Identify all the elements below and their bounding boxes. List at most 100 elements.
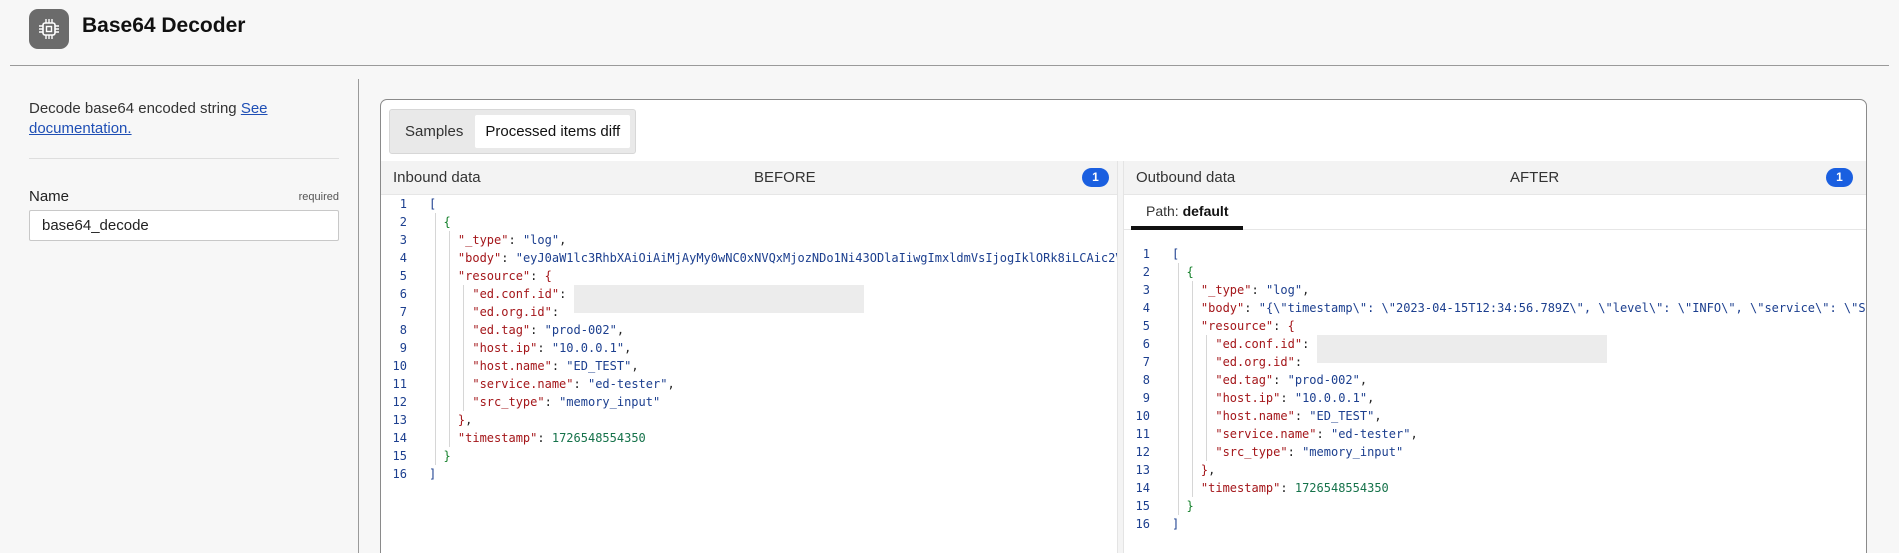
code-text: "host.ip": "10.0.0.1", <box>472 341 632 355</box>
line-number: 10 <box>1135 409 1150 423</box>
code-line: 6 "ed.conf.id": <box>381 285 1117 313</box>
code-line: 12 "src_type": "memory_input" <box>1124 443 1866 461</box>
tab-path-default[interactable]: Path: default <box>1131 195 1244 230</box>
line-number: 6 <box>399 287 407 301</box>
code-text: { <box>443 215 451 229</box>
before-label: BEFORE <box>754 169 816 186</box>
code-text: "body": "{\"timestamp\": \"2023-04-15T12… <box>1200 301 1867 315</box>
outbound-count-badge: 1 <box>1826 168 1853 187</box>
code-text: "resource": { <box>457 269 552 283</box>
code-line: 4 "body": "{\"timestamp\": \"2023-04-15T… <box>1124 299 1867 317</box>
code-line: 13 }, <box>1124 461 1866 479</box>
inbound-pane: Inbound data BEFORE 1 1 [2 {3 "_type": "l… <box>381 161 1117 553</box>
code-line: 9 "host.ip": "10.0.0.1", <box>381 339 1117 357</box>
line-number: 5 <box>399 269 407 283</box>
code-text: [ <box>1172 247 1180 261</box>
view-tabs: Samples Processed items diff <box>389 109 637 154</box>
line-number: 14 <box>392 431 407 445</box>
code-line: 2 { <box>1124 263 1866 281</box>
code-line: 2 { <box>381 213 1117 231</box>
indent-guide <box>449 231 450 447</box>
line-number: 16 <box>392 467 407 481</box>
code-line: 1[ <box>1124 245 1866 263</box>
line-number: 15 <box>1135 499 1150 513</box>
code-text: "ed.tag": "prod-002", <box>472 323 625 337</box>
line-number: 13 <box>392 413 407 427</box>
inbound-label: Inbound data <box>393 169 481 186</box>
after-code-view[interactable]: 1[2 {3 "_type": "log", 4 "body": "{\"time… <box>1124 245 1867 533</box>
code-text: "host.ip": "10.0.0.1", <box>1215 391 1375 405</box>
line-number: 2 <box>1142 265 1150 279</box>
code-line: 7 "ed.org.id": <box>381 303 1117 321</box>
code-line: 8 "ed.tag": "prod-002", <box>381 321 1117 339</box>
line-number: 4 <box>1142 301 1150 315</box>
code-text: } <box>443 449 451 463</box>
code-text: "service.name": "ed-tester", <box>472 377 675 391</box>
description-text: Decode base64 encoded string <box>29 100 241 117</box>
tab-processed-items-diff[interactable]: Processed items diff <box>475 115 631 148</box>
chip-icon <box>29 9 69 49</box>
page-title: Base64 Decoder <box>82 14 246 37</box>
line-number: 11 <box>392 377 407 391</box>
code-line: 16] <box>381 465 1117 483</box>
inbound-header: Inbound data BEFORE 1 <box>381 161 1117 195</box>
line-number: 16 <box>1135 517 1150 531</box>
tab-samples[interactable]: Samples <box>395 115 473 148</box>
line-number: 3 <box>1142 283 1150 297</box>
code-line: 14 "timestamp": 1726548554350 <box>1124 479 1866 497</box>
code-text: [ <box>429 197 437 211</box>
indent-guide <box>463 285 464 411</box>
line-number: 7 <box>399 305 407 319</box>
code-line: 15 } <box>1124 497 1866 515</box>
line-number: 15 <box>392 449 407 463</box>
code-line: 14 "timestamp": 1726548554350 <box>381 429 1117 447</box>
code-line: 15 } <box>381 447 1117 465</box>
indent-guide <box>1192 281 1193 497</box>
code-line: 6 "ed.conf.id": <box>1124 335 1866 363</box>
required-indicator: required <box>298 191 339 203</box>
section-divider <box>29 158 339 159</box>
line-number: 8 <box>1142 373 1150 387</box>
indent-guide <box>1178 263 1179 515</box>
line-number: 13 <box>1135 463 1150 477</box>
code-line: 7 "ed.org.id": <box>1124 353 1866 371</box>
line-number: 1 <box>1142 247 1150 261</box>
code-line: 11 "service.name": "ed-tester", <box>1124 425 1866 443</box>
line-number: 12 <box>392 395 407 409</box>
line-number: 12 <box>1135 445 1150 459</box>
line-number: 5 <box>1142 319 1150 333</box>
code-text: ] <box>1172 517 1180 531</box>
code-line: 4 "body": "eyJ0aW1lc3RhbXAiOiAiMjAyMy0wN… <box>381 249 1117 267</box>
code-line: 3 "_type": "log", <box>1124 281 1866 299</box>
code-text: } <box>1186 499 1194 513</box>
line-number: 8 <box>399 323 407 337</box>
pane-resize-handle[interactable] <box>1117 161 1124 553</box>
outbound-pane: Outbound data AFTER 1 Path: default 1[2 … <box>1124 161 1867 553</box>
code-line: 12 "src_type": "memory_input" <box>381 393 1117 411</box>
line-number: 4 <box>399 251 407 265</box>
line-number: 1 <box>399 197 407 211</box>
outbound-header: Outbound data AFTER 1 <box>1124 161 1866 195</box>
code-text: "host.name": "ED_TEST", <box>472 359 639 373</box>
code-line: 3 "_type": "log", <box>381 231 1117 249</box>
inbound-count-badge: 1 <box>1082 168 1109 187</box>
node-config-panel: Decode base64 encoded string See documen… <box>0 66 358 553</box>
code-text: "timestamp": 1726548554350 <box>457 431 646 445</box>
line-number: 2 <box>399 215 407 229</box>
indent-guide <box>1206 335 1207 461</box>
line-number: 3 <box>399 233 407 247</box>
panel-divider <box>358 79 359 553</box>
code-line: 16] <box>1124 515 1866 533</box>
line-number: 10 <box>392 359 407 373</box>
code-line: 10 "host.name": "ED_TEST", <box>381 357 1117 375</box>
before-code-view[interactable]: 1 [2 {3 "_type": "log", 4 "body": "eyJ0aW1… <box>381 195 1117 483</box>
code-line: 13 }, <box>381 411 1117 429</box>
name-input[interactable] <box>29 210 339 241</box>
diff-card: Samples Processed items diff Inbound dat… <box>380 99 1867 553</box>
code-text: "host.name": "ED_TEST", <box>1215 409 1382 423</box>
path-tabs: Path: default <box>1124 195 1866 230</box>
line-number: 7 <box>1142 355 1150 369</box>
code-line: 11 "service.name": "ed-tester", <box>381 375 1117 393</box>
code-text: "resource": { <box>1200 319 1295 333</box>
code-line: 5 "resource": { <box>381 267 1117 285</box>
